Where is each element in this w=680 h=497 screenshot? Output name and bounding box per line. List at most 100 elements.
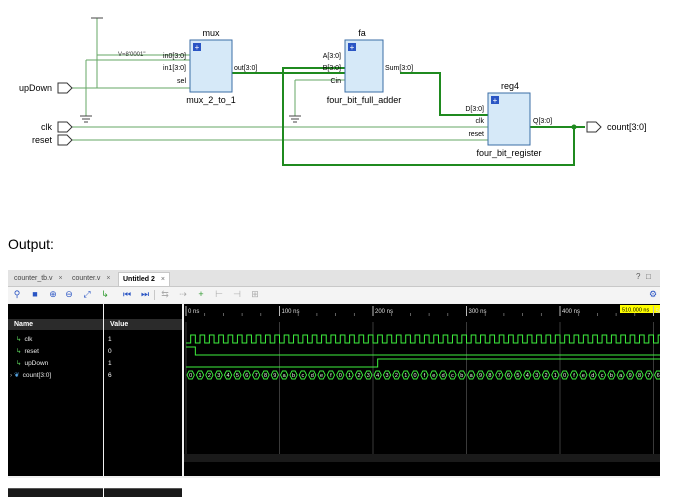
- close-icon[interactable]: ×: [106, 275, 110, 282]
- name-panel-footer: [8, 488, 103, 497]
- schematic-diagram: upDown clk reset count[3:0] V=8'0001" mu…: [19, 17, 647, 166]
- search-icon[interactable]: ⚲: [12, 289, 22, 300]
- next-marker-icon[interactable]: ⊣: [232, 289, 242, 300]
- help-icon[interactable]: ?: [636, 272, 640, 281]
- reg-instance-name: reg4: [501, 81, 519, 91]
- count-value-label: b: [610, 373, 613, 379]
- port-reset-label: reset: [32, 135, 53, 145]
- fa-pin-sum: Sum[3:0]: [385, 65, 413, 72]
- count-value-label: d: [591, 373, 594, 379]
- count-value-label: 9: [273, 373, 276, 379]
- signal-value-panel: Value 1 0 1 6: [104, 304, 182, 497]
- prev-transition-icon[interactable]: ⏮: [122, 289, 132, 300]
- time-label: 200 ns: [375, 309, 393, 315]
- count-value-label: 2: [208, 373, 211, 379]
- time-label: 400 ns: [562, 309, 580, 315]
- const-value-label: V=8'0001": [118, 52, 145, 58]
- mux-pin-sel: sel: [177, 78, 186, 85]
- signal-row-clk[interactable]: ↳ clk: [16, 335, 32, 345]
- count-value-label: 2: [357, 373, 360, 379]
- count-value-label: 3: [385, 373, 388, 379]
- waveform-toolbar: ⚲ ■ ⊕ ⊖ ⤢ ↳ ⏮ ⏭ ⇆ ⇢ + ⊢ ⊣ ⊞ ⚙: [8, 287, 660, 303]
- fa-type-label: four_bit_full_adder: [327, 95, 402, 105]
- count-value-label: c: [302, 373, 305, 379]
- svg-text:+: +: [195, 43, 200, 52]
- count-value-label: e: [320, 373, 323, 379]
- zoom-in-icon[interactable]: ⊕: [48, 289, 58, 300]
- svg-text:+: +: [350, 43, 355, 52]
- time-label: 100 ns: [282, 309, 300, 315]
- port-reset: reset: [32, 134, 73, 146]
- tab-counter-v[interactable]: counter.v ×: [68, 272, 115, 285]
- svg-text:+: +: [493, 96, 498, 105]
- count-value-label: 0: [189, 373, 192, 379]
- signal-name-panel: Name ↳ clk ↳ reset ↳ upDown › ❦ count[3:0]: [8, 304, 103, 497]
- swap-cursors-icon[interactable]: ⇆: [160, 289, 170, 300]
- count-value-label: 8: [638, 373, 641, 379]
- signal-bit-icon: ↳: [16, 360, 22, 367]
- count-value-label: 0: [339, 373, 342, 379]
- zoom-out-icon[interactable]: ⊖: [64, 289, 74, 300]
- prev-marker-icon[interactable]: ⊢: [214, 289, 224, 300]
- go-to-cursor-icon[interactable]: ↳: [100, 289, 110, 300]
- count-value-label: 6: [245, 373, 248, 379]
- count-value-label: 1: [198, 373, 201, 379]
- zoom-fit-icon[interactable]: ⤢: [82, 289, 92, 300]
- adder-block[interactable]: fa + A[3:0] B[3:0] Cin Sum[3:0] four_bit…: [323, 28, 413, 105]
- signal-row-count[interactable]: › ❦ count[3:0]: [10, 371, 51, 381]
- value-count: 6: [108, 372, 112, 379]
- fa-pin-cin: Cin: [330, 78, 341, 85]
- port-clk-label: clk: [41, 122, 52, 132]
- cursor-time-label: 510.000 ns: [622, 308, 649, 314]
- reg-pin-q: Q[3:0]: [533, 118, 552, 125]
- mux-instance-name: mux: [202, 28, 220, 38]
- count-value-label: 4: [526, 373, 529, 379]
- maximize-icon[interactable]: □: [646, 272, 651, 281]
- tab-untitled-2[interactable]: Untitled 2 ×: [118, 272, 170, 286]
- count-value-label: 4: [227, 373, 230, 379]
- output-label: Output:: [8, 236, 54, 252]
- next-transition-icon[interactable]: ⏭: [140, 289, 150, 300]
- junction-dot: [571, 124, 577, 130]
- count-value-label: 6: [507, 373, 510, 379]
- value-clk: 1: [108, 336, 112, 343]
- register-block[interactable]: reg4 + D[3:0] clk reset Q[3:0] four_bit_…: [465, 81, 552, 158]
- count-value-label: 9: [629, 373, 632, 379]
- time-label: 300 ns: [469, 309, 487, 315]
- waveform-scrollbar[interactable]: [184, 454, 660, 462]
- mux-pin-out: out[3:0]: [234, 65, 257, 72]
- count-value-label: 3: [367, 373, 370, 379]
- expand-chevron-icon: ›: [10, 372, 13, 379]
- port-clk: clk: [41, 121, 73, 133]
- signal-row-reset[interactable]: ↳ reset: [16, 347, 39, 357]
- count-value-label: 9: [479, 373, 482, 379]
- time-label: 0 ns: [188, 309, 199, 315]
- settings-icon[interactable]: ⚙: [648, 289, 658, 300]
- close-icon[interactable]: ×: [161, 276, 165, 283]
- signal-bit-icon: ↳: [16, 348, 22, 355]
- count-value-label: 7: [647, 373, 650, 379]
- count-value-label: 5: [236, 373, 239, 379]
- count-value-label: d: [311, 373, 314, 379]
- tab-counter-tb[interactable]: counter_tb.v ×: [10, 272, 67, 285]
- snap-icon[interactable]: ⇢: [178, 289, 188, 300]
- signal-bit-icon: ↳: [16, 336, 22, 343]
- mux-type-label: mux_2_to_1: [186, 95, 236, 105]
- time-label: 50: [656, 309, 661, 315]
- port-updown-label: upDown: [19, 83, 52, 93]
- value-panel-footer: [104, 488, 182, 497]
- count-value-label: d: [442, 373, 445, 379]
- marker-list-icon[interactable]: ⊞: [250, 289, 260, 300]
- toolbar-divider: [154, 290, 155, 300]
- thin-wires: [70, 18, 490, 141]
- waveform-canvas[interactable]: 510.000 ns 0 ns 100 ns 200 ns 300 ns 400 ns 5…: [184, 304, 660, 476]
- count-value-label: e: [432, 373, 435, 379]
- close-icon[interactable]: ×: [59, 275, 63, 282]
- save-icon[interactable]: ■: [30, 289, 40, 300]
- add-marker-icon[interactable]: +: [196, 289, 206, 300]
- mux-block[interactable]: mux + in0[3:0] in1[3:0] sel out[3:0] mux…: [163, 28, 257, 105]
- count-value-label: 2: [395, 373, 398, 379]
- fa-pin-a: A[3:0]: [323, 53, 341, 60]
- signal-row-updown[interactable]: ↳ upDown: [16, 359, 48, 369]
- port-count: count[3:0]: [586, 121, 647, 133]
